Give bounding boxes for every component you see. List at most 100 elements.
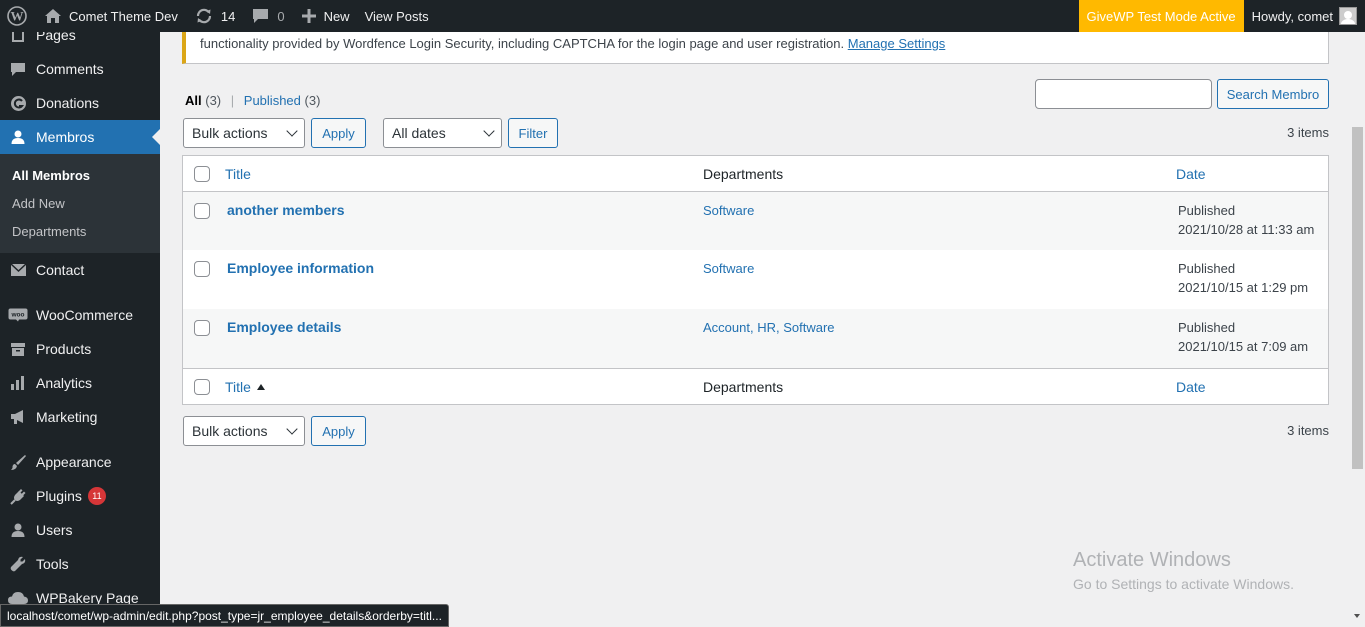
sort-ascending-icon xyxy=(256,384,265,390)
updates-link[interactable]: 14 xyxy=(185,0,242,32)
cloud-icon xyxy=(0,591,36,605)
sidebar-item-analytics[interactable]: Analytics xyxy=(0,366,160,400)
sidebar-item-label: Comments xyxy=(36,61,104,77)
view-posts-label: View Posts xyxy=(364,8,429,24)
column-title-header[interactable]: Title xyxy=(225,166,251,182)
comments-link[interactable]: 0 xyxy=(242,0,291,32)
row-departments-link[interactable]: Software xyxy=(703,261,754,276)
table-row: Employee details Account, HR, Software P… xyxy=(183,309,1328,368)
archive-box-icon xyxy=(0,341,36,357)
row-departments-link[interactable]: Software xyxy=(703,203,754,218)
updates-icon xyxy=(196,8,211,24)
row-departments-link[interactable]: Account, HR, Software xyxy=(703,320,835,335)
column-departments-header: Departments xyxy=(703,166,784,182)
row-title-link[interactable]: Employee details xyxy=(227,319,341,335)
sidebar-item-label: Analytics xyxy=(36,375,93,391)
main-content: functionality provided by Wordfence Logi… xyxy=(160,32,1350,627)
submenu-all-membros[interactable]: All Membros xyxy=(12,168,90,183)
row-status: Published xyxy=(1178,261,1236,276)
bulk-actions-value: Bulk actions xyxy=(192,423,268,439)
filter-button[interactable]: Filter xyxy=(508,118,558,148)
row-date: 2021/10/15 at 7:09 am xyxy=(1178,339,1309,354)
howdy-label: Howdy, comet xyxy=(1251,8,1333,24)
sidebar-item-users[interactable]: Users xyxy=(0,513,160,547)
table-footer-row: Title Departments Date xyxy=(183,368,1328,404)
comments-icon xyxy=(0,61,36,77)
apply-button-bottom[interactable]: Apply xyxy=(311,416,366,446)
woocommerce-icon: woo xyxy=(0,308,36,322)
search-membro-button[interactable]: Search Membro xyxy=(1217,79,1329,109)
sidebar-item-label: Products xyxy=(36,341,92,357)
submenu-add-new[interactable]: Add New xyxy=(12,196,65,211)
sidebar-item-tools[interactable]: Tools xyxy=(0,547,160,581)
row-checkbox[interactable] xyxy=(194,203,210,219)
sidebar-item-products[interactable]: Products xyxy=(0,332,160,366)
sidebar-item-donations[interactable]: Donations xyxy=(0,86,160,120)
plugins-update-badge: 11 xyxy=(87,487,106,505)
row-title-link[interactable]: another members xyxy=(227,202,344,218)
sidebar-item-membros[interactable]: Membros xyxy=(0,120,160,154)
new-label: New xyxy=(323,8,350,24)
sidebar-item-label: Pages xyxy=(36,32,76,43)
new-content-link[interactable]: New xyxy=(292,0,357,32)
site-name: Comet Theme Dev xyxy=(69,8,178,24)
membros-submenu: All Membros Add New Departments xyxy=(0,154,160,253)
sidebar-item-marketing[interactable]: Marketing xyxy=(0,400,160,434)
table-header-row: Title Departments Date xyxy=(183,156,1328,192)
activate-windows-watermark: Activate Windows Go to Settings to activ… xyxy=(1073,549,1294,592)
row-date: 2021/10/15 at 1:29 pm xyxy=(1178,280,1309,295)
comment-bubble-icon xyxy=(253,9,269,23)
sidebar-item-appearance[interactable]: Appearance xyxy=(0,445,160,479)
sidebar-item-label: Membros xyxy=(36,129,95,145)
bulk-actions-select-bottom[interactable]: Bulk actions xyxy=(183,416,305,446)
givewp-test-mode-badge[interactable]: GiveWP Test Mode Active xyxy=(1078,0,1244,32)
watermark-subtitle: Go to Settings to activate Windows. xyxy=(1073,576,1294,592)
search-input[interactable] xyxy=(1035,79,1212,109)
sidebar-item-label: Appearance xyxy=(36,454,112,470)
row-checkbox[interactable] xyxy=(194,261,210,277)
watermark-title: Activate Windows xyxy=(1073,549,1231,571)
select-all-checkbox-bottom[interactable] xyxy=(194,379,210,395)
svg-text:W: W xyxy=(11,9,24,24)
plug-icon xyxy=(0,488,36,505)
manage-settings-link[interactable]: Manage Settings xyxy=(848,36,946,51)
apply-button-top[interactable]: Apply xyxy=(311,118,366,148)
table-row: Employee information Software Published … xyxy=(183,250,1328,309)
sidebar-item-label: Users xyxy=(36,522,73,538)
view-posts-link[interactable]: View Posts xyxy=(357,0,436,32)
chevron-down-icon xyxy=(286,125,298,137)
submenu-departments[interactable]: Departments xyxy=(12,224,86,239)
dates-value: All dates xyxy=(392,125,446,141)
home-icon xyxy=(45,9,61,23)
column-date-header[interactable]: Date xyxy=(1176,166,1206,182)
vertical-scrollbar[interactable] xyxy=(1350,32,1365,627)
table-row: another members Software Published 2021/… xyxy=(183,192,1328,250)
sidebar-item-contact[interactable]: Contact xyxy=(0,253,160,287)
scrollbar-thumb[interactable] xyxy=(1352,127,1363,469)
sidebar-item-woocommerce[interactable]: woo WooCommerce xyxy=(0,298,160,332)
megaphone-icon xyxy=(0,409,36,425)
scroll-down-arrow-icon[interactable] xyxy=(1354,614,1360,618)
sidebar-item-plugins[interactable]: Plugins 11 xyxy=(0,479,160,513)
row-status: Published xyxy=(1178,203,1236,218)
row-title-link[interactable]: Employee information xyxy=(227,260,374,276)
column-date-footer[interactable]: Date xyxy=(1176,379,1206,395)
sidebar-item-pages[interactable]: Pages xyxy=(0,32,160,52)
filter-all-link[interactable]: All xyxy=(185,93,202,108)
column-title-footer[interactable]: Title xyxy=(225,379,265,395)
sidebar-item-comments[interactable]: Comments xyxy=(0,52,160,86)
account-menu[interactable]: Howdy, comet xyxy=(1244,0,1365,32)
bulk-actions-select-top[interactable]: Bulk actions xyxy=(183,118,305,148)
site-name-link[interactable]: Comet Theme Dev xyxy=(34,0,185,32)
row-checkbox[interactable] xyxy=(194,320,210,336)
wordfence-notice: functionality provided by Wordfence Logi… xyxy=(182,32,1329,64)
select-all-checkbox[interactable] xyxy=(194,166,210,182)
filter-published-link[interactable]: Published xyxy=(244,93,301,108)
chevron-down-icon xyxy=(483,125,495,137)
browser-status-bar: localhost/comet/wp-admin/edit.php?post_t… xyxy=(0,604,449,627)
dates-filter-select[interactable]: All dates xyxy=(383,118,502,148)
givewp-test-mode-label: GiveWP Test Mode Active xyxy=(1086,8,1236,24)
admin-bar: W Comet Theme Dev 14 0 New View Posts Gi… xyxy=(0,0,1365,32)
row-status: Published xyxy=(1178,320,1236,335)
wordpress-logo[interactable]: W xyxy=(0,0,34,32)
